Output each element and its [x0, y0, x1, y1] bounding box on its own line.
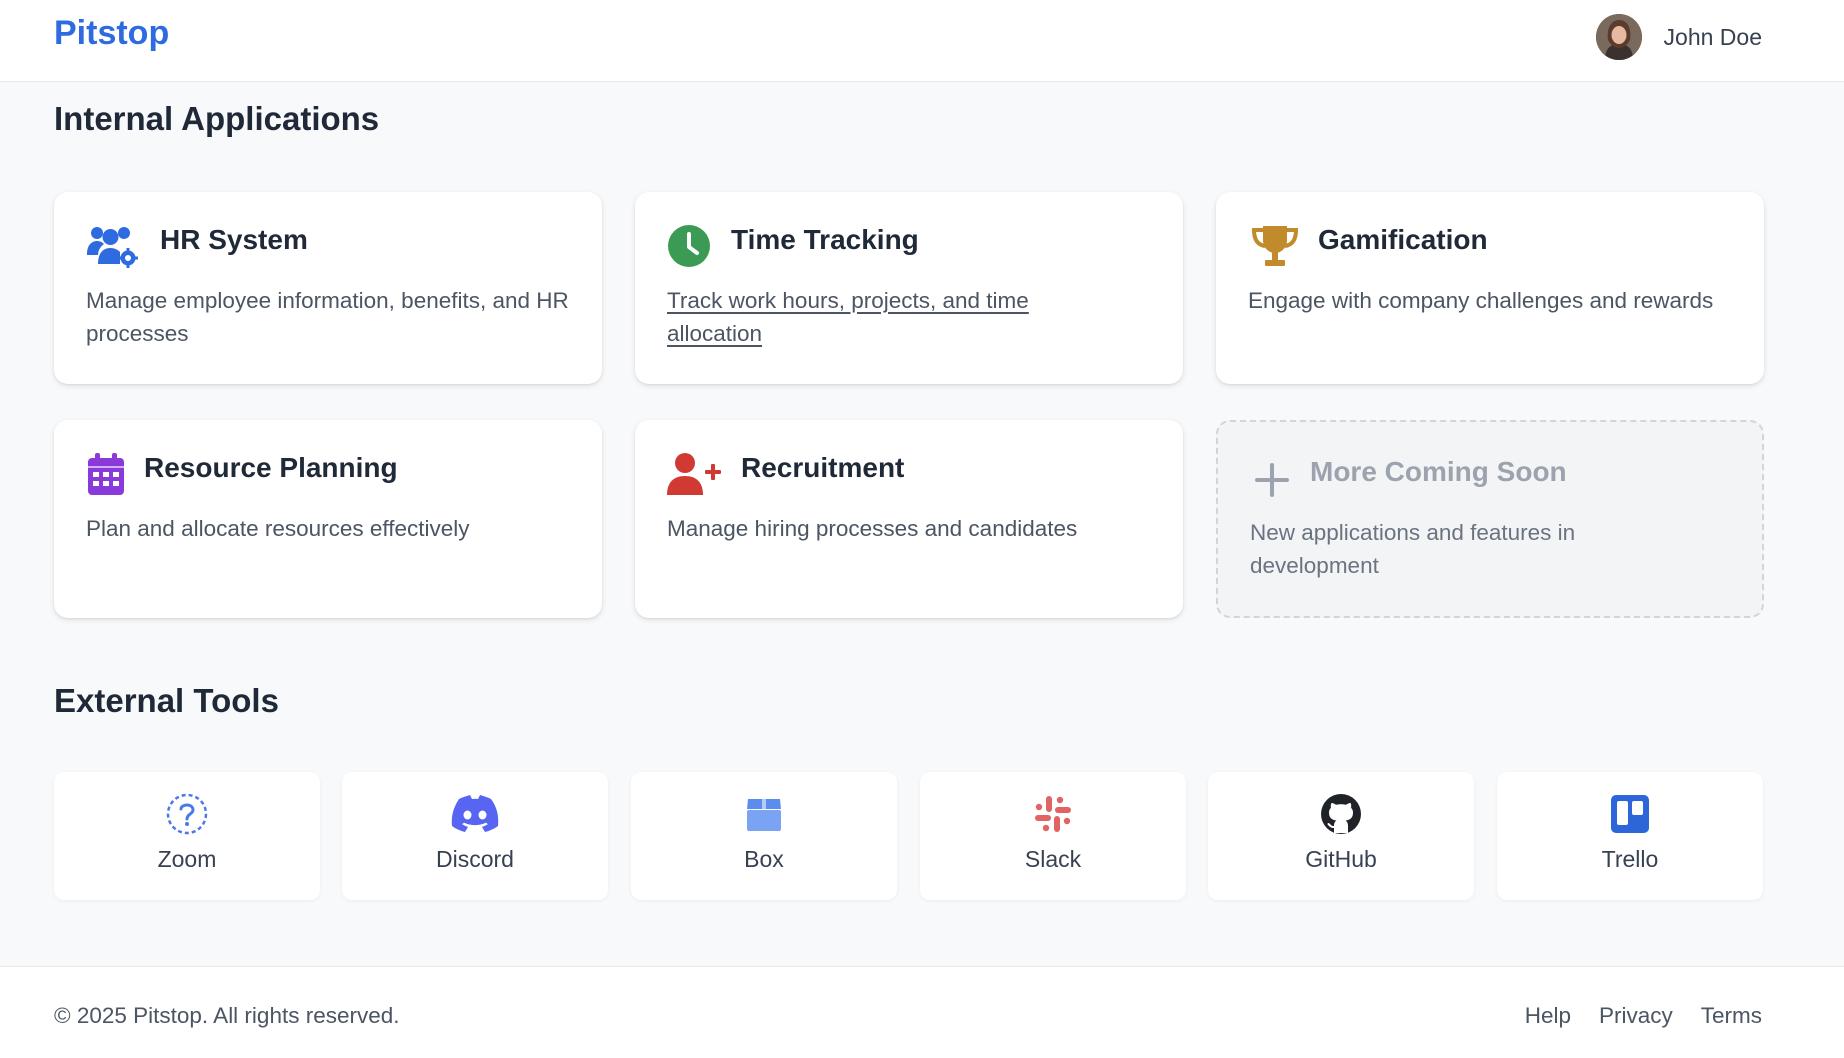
tool-label: GitHub [1305, 846, 1377, 872]
internal-apps-title: Internal Applications [54, 100, 380, 137]
app-description: Track work hours, projects, and time all… [667, 288, 1029, 346]
app-description: New applications and features in develop… [1250, 520, 1576, 578]
page-footer: © 2025 Pitstop. All rights reserved. Hel… [0, 966, 1844, 1058]
clock-icon [667, 222, 711, 270]
app-card-gamification[interactable]: Gamification Engage with company challen… [1216, 192, 1764, 384]
tool-slack[interactable]: Slack [920, 772, 1186, 900]
app-description: Manage employee information, benefits, a… [86, 288, 569, 346]
footer-links: Help Privacy Terms [1525, 1003, 1762, 1029]
tool-label: Box [744, 846, 784, 872]
tool-label: Discord [436, 846, 514, 872]
app-description: Plan and allocate resources effectively [86, 516, 470, 541]
question-circle-icon [54, 792, 320, 836]
app-title: Gamification [1318, 224, 1488, 255]
tool-box[interactable]: Box [631, 772, 897, 900]
slack-icon [920, 792, 1186, 836]
footer-link-help[interactable]: Help [1525, 1003, 1571, 1029]
tool-trello[interactable]: Trello [1497, 772, 1763, 900]
footer-link-terms[interactable]: Terms [1701, 1003, 1762, 1029]
app-card-hr-system[interactable]: HR System Manage employee information, b… [54, 192, 602, 384]
trophy-icon [1248, 222, 1302, 270]
app-description: Engage with company challenges and rewar… [1248, 288, 1714, 313]
top-header: Pitstop John Doe [0, 0, 1844, 82]
app-title: Time Tracking [731, 224, 919, 255]
app-card-resource-planning[interactable]: Resource Planning Plan and allocate reso… [54, 420, 602, 618]
user-plus-icon [667, 450, 721, 498]
trello-icon [1497, 792, 1763, 836]
app-description: Manage hiring processes and candidates [667, 516, 1078, 541]
app-title: Resource Planning [144, 452, 398, 483]
tool-zoom[interactable]: Zoom [54, 772, 320, 900]
calendar-icon [86, 450, 126, 498]
footer-link-privacy[interactable]: Privacy [1599, 1003, 1673, 1029]
plus-icon [1252, 456, 1292, 504]
tool-discord[interactable]: Discord [342, 772, 608, 900]
box-icon [631, 792, 897, 836]
app-card-time-tracking[interactable]: Time Tracking Track work hours, projects… [635, 192, 1183, 384]
app-title: HR System [160, 224, 308, 255]
external-tools-title: External Tools [54, 682, 279, 719]
tool-label: Zoom [157, 846, 217, 872]
tool-label: Trello [1601, 846, 1659, 872]
copyright-text: © 2025 Pitstop. All rights reserved. [54, 1003, 400, 1028]
app-title: More Coming Soon [1310, 456, 1567, 487]
user-menu[interactable]: John Doe [1595, 14, 1762, 60]
tool-github[interactable]: GitHub [1208, 772, 1474, 900]
tool-label: Slack [1024, 846, 1082, 872]
app-title: Recruitment [741, 452, 905, 483]
app-card-more-coming-soon: More Coming Soon New applications and fe… [1216, 420, 1764, 618]
avatar[interactable] [1595, 14, 1642, 60]
discord-icon [342, 792, 608, 836]
github-icon [1208, 792, 1474, 836]
brand-logo[interactable]: Pitstop [54, 14, 169, 53]
user-name: John Doe [1663, 23, 1762, 50]
users-gear-icon [86, 222, 140, 270]
app-card-recruitment[interactable]: Recruitment Manage hiring processes and … [635, 420, 1183, 618]
avatar-photo-icon [1595, 14, 1642, 60]
